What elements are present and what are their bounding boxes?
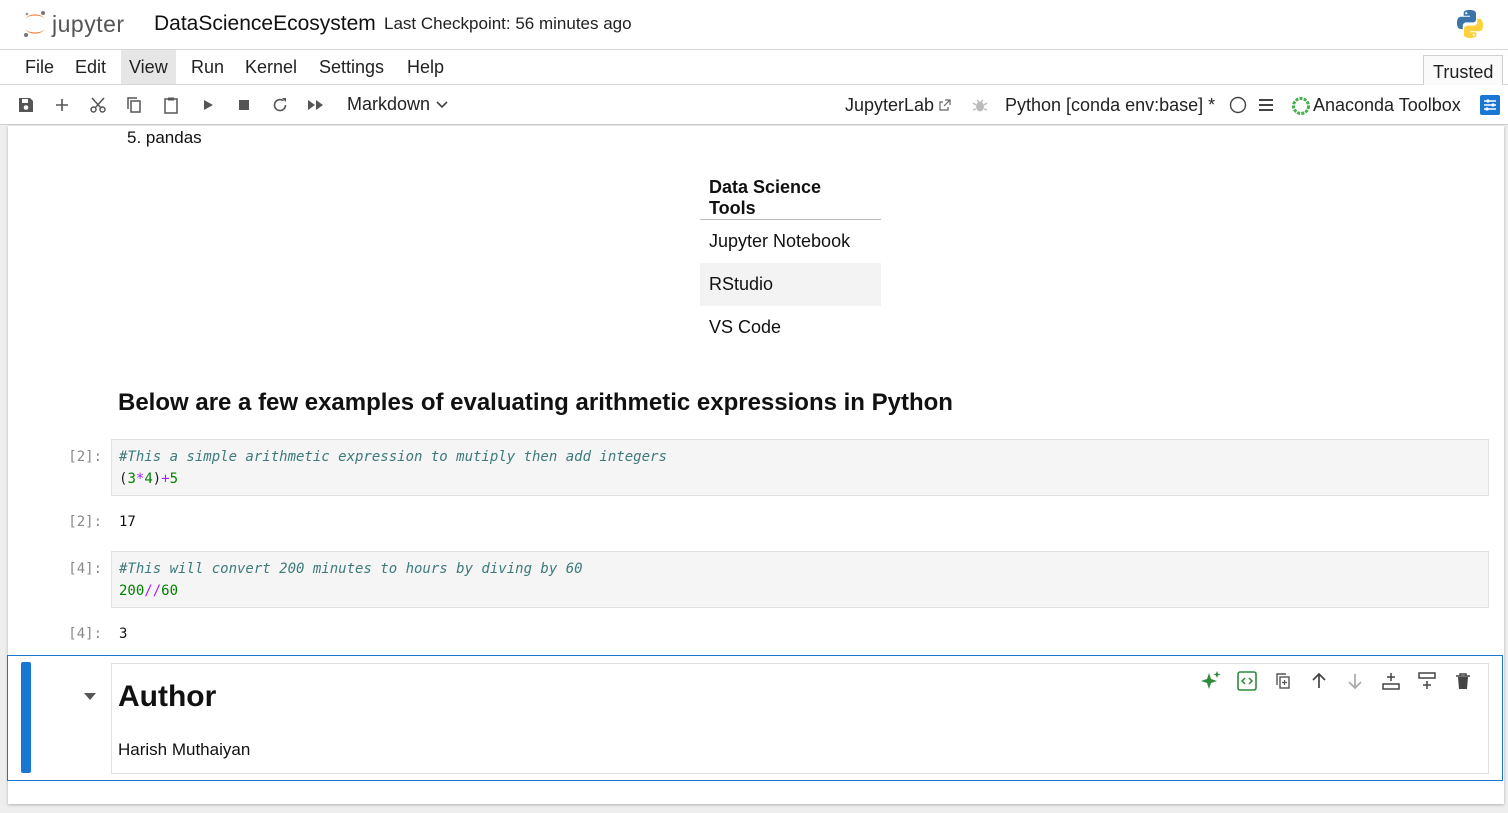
checkpoint-status: Last Checkpoint: 56 minutes ago bbox=[384, 14, 632, 33]
author-heading: Author bbox=[118, 680, 217, 713]
code-comment: #This will convert 200 minutes to hours … bbox=[119, 561, 583, 577]
sparkle-ai-icon[interactable] bbox=[1200, 670, 1222, 692]
top-header: jupyter DataScienceEcosystem Last Checkp… bbox=[0, 0, 1508, 50]
jupyterlab-link-label: JupyterLab bbox=[845, 95, 935, 115]
code-line: 200//60 bbox=[119, 583, 179, 599]
restart-icon[interactable] bbox=[269, 94, 291, 116]
fast-forward-icon[interactable] bbox=[305, 94, 327, 116]
cut-icon[interactable] bbox=[87, 94, 109, 116]
menu-settings[interactable]: Settings bbox=[311, 50, 392, 84]
code-cell-editor[interactable]: #This a simple arithmetic expression to … bbox=[111, 439, 1489, 496]
property-inspector-icon[interactable] bbox=[1479, 94, 1501, 116]
table-row: Jupyter Notebook bbox=[700, 220, 881, 263]
list-item: 5. pandas bbox=[127, 128, 202, 147]
move-up-icon[interactable] bbox=[1308, 670, 1330, 692]
chevron-down-icon bbox=[436, 100, 448, 108]
table-cell: VS Code bbox=[709, 316, 782, 337]
jupyter-logo-text: jupyter bbox=[52, 10, 125, 37]
move-down-icon[interactable] bbox=[1344, 670, 1366, 692]
notebook-toolbar: Markdown JupyterLab Python [conda env:ba… bbox=[0, 85, 1508, 125]
debugger-bug-icon[interactable] bbox=[969, 94, 991, 116]
cell-action-toolbar bbox=[1200, 670, 1474, 692]
stop-icon[interactable] bbox=[233, 94, 255, 116]
menu-lines-icon[interactable] bbox=[1255, 94, 1277, 116]
insert-below-icon[interactable] bbox=[1416, 670, 1438, 692]
code-snippet-icon[interactable] bbox=[1236, 670, 1258, 692]
table-row: RStudio bbox=[700, 262, 881, 306]
anaconda-ring-icon bbox=[1292, 96, 1310, 115]
kernel-name[interactable]: Python [conda env:base] * bbox=[1005, 95, 1215, 116]
cell-type-dropdown[interactable]: Markdown bbox=[347, 94, 448, 115]
jupyterlab-link[interactable]: JupyterLab bbox=[845, 95, 951, 116]
output-prompt: [4]: bbox=[68, 626, 102, 642]
menu-help[interactable]: Help bbox=[399, 50, 452, 84]
jupyter-logo[interactable]: jupyter bbox=[22, 8, 125, 40]
cell-output: 3 bbox=[119, 626, 128, 642]
insert-above-icon[interactable] bbox=[1380, 670, 1402, 692]
save-icon[interactable] bbox=[15, 94, 37, 116]
table-cell: RStudio bbox=[700, 262, 881, 306]
table-header: Data Science Tools bbox=[700, 177, 881, 220]
trusted-indicator[interactable]: Trusted bbox=[1423, 55, 1504, 85]
add-cell-icon[interactable] bbox=[51, 94, 73, 116]
notebook-title[interactable]: DataScienceEcosystem bbox=[154, 12, 376, 36]
cell-type-value: Markdown bbox=[347, 94, 431, 114]
anaconda-toolbox-label: Anaconda Toolbox bbox=[1313, 95, 1461, 115]
input-prompt: [4]: bbox=[68, 561, 102, 577]
menu-kernel[interactable]: Kernel bbox=[237, 50, 305, 84]
menu-file[interactable]: File bbox=[17, 50, 62, 84]
cell-selection-bar[interactable] bbox=[21, 662, 31, 773]
jupyter-logo-icon bbox=[24, 11, 45, 37]
paste-icon[interactable] bbox=[160, 94, 182, 116]
python-logo-icon bbox=[1454, 8, 1486, 45]
data-science-tools-table: Data Science Tools Jupyter Notebook RStu… bbox=[700, 177, 881, 349]
duplicate-cell-icon[interactable] bbox=[1272, 670, 1294, 692]
kernel-status-idle-icon bbox=[1227, 94, 1249, 116]
author-name: Harish Muthaiyan bbox=[118, 740, 251, 759]
copy-icon[interactable] bbox=[123, 94, 145, 116]
code-comment: #This a simple arithmetic expression to … bbox=[119, 449, 667, 465]
menu-bar: File Edit View Run Kernel Settings Help … bbox=[0, 50, 1508, 85]
cell-output: 17 bbox=[119, 514, 136, 530]
menu-edit[interactable]: Edit bbox=[67, 50, 114, 84]
section-heading: Below are a few examples of evaluating a… bbox=[118, 389, 953, 416]
external-link-icon bbox=[939, 99, 951, 111]
table-cell: Jupyter Notebook bbox=[709, 230, 851, 251]
input-prompt: [2]: bbox=[68, 449, 102, 465]
table-row: VS Code bbox=[700, 306, 881, 349]
collapse-caret-icon[interactable] bbox=[83, 689, 97, 707]
menu-view[interactable]: View bbox=[121, 50, 176, 84]
output-prompt: [2]: bbox=[68, 514, 102, 530]
code-line: (3*4)+5 bbox=[119, 471, 179, 487]
delete-icon[interactable] bbox=[1452, 670, 1474, 692]
anaconda-toolbox-button[interactable]: Anaconda Toolbox bbox=[1291, 95, 1461, 116]
menu-run[interactable]: Run bbox=[183, 50, 232, 84]
code-cell-editor[interactable]: #This will convert 200 minutes to hours … bbox=[111, 551, 1489, 608]
run-icon[interactable] bbox=[197, 94, 219, 116]
